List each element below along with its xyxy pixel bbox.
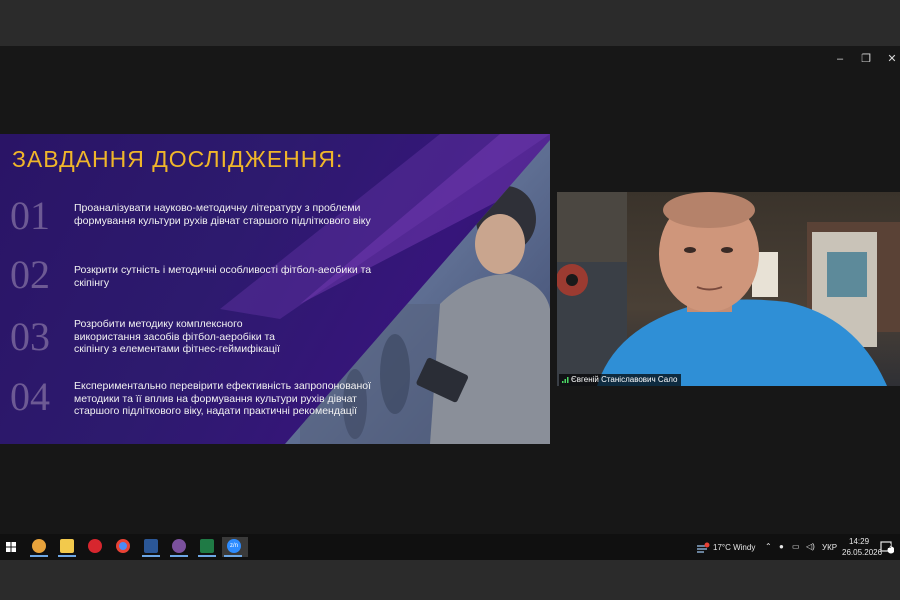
taskbar-word[interactable]	[140, 537, 162, 557]
minimize-icon[interactable]: –	[833, 52, 847, 66]
weather-text[interactable]: 17°C Windy	[713, 543, 755, 552]
participant-name-label: Євгеній Станіславович Сало	[559, 374, 682, 386]
chevron-up-icon[interactable]: ⌃	[765, 542, 772, 551]
windows-icon	[6, 542, 16, 552]
participant-video-frame	[557, 192, 900, 386]
active-indicator	[198, 555, 216, 557]
notification-count: 2	[888, 544, 892, 550]
clock-date[interactable]: 26.05.2026	[842, 548, 882, 557]
slide-title: ЗАВДАННЯ ДОСЛІДЖЕННЯ:	[12, 146, 344, 172]
opera-icon	[88, 539, 102, 553]
battery-icon[interactable]: ▭	[792, 542, 800, 551]
start-button[interactable]	[0, 537, 22, 557]
taskbar-opera[interactable]	[84, 537, 106, 557]
chrome-icon	[116, 539, 130, 553]
taskbar-chrome[interactable]	[112, 537, 134, 557]
shared-presentation-slide: ЗАВДАННЯ ДОСЛІДЖЕННЯ: 01 Проаналізувати …	[0, 134, 550, 444]
item-number-4: 04	[10, 374, 50, 419]
chrome-icon	[32, 539, 46, 553]
language-indicator[interactable]: УКР	[822, 543, 837, 552]
notification-icon[interactable]	[880, 540, 894, 554]
viber-icon	[172, 539, 186, 553]
item-number-2: 02	[10, 252, 50, 297]
word-icon	[144, 539, 158, 553]
taskbar-viber[interactable]	[168, 537, 190, 557]
taskbar-excel[interactable]	[196, 537, 218, 557]
top-letterbox	[0, 0, 900, 46]
item-text-1: Проаналізувати науково-методичну літерат…	[74, 202, 371, 227]
taskbar-file-explorer[interactable]	[56, 537, 78, 557]
item-text-4: Експериментально перевірити ефективність…	[74, 380, 372, 417]
volume-icon[interactable]: ◁)	[806, 542, 815, 551]
meeting-window: – ❐ ✕ ЗАВДАННЯ ДОСЛІДЖЕННЯ: 01 Проаналіз…	[0, 46, 900, 534]
active-indicator	[224, 555, 242, 557]
participant-video[interactable]: Євгеній Станіславович Сало	[557, 192, 900, 386]
active-indicator	[142, 555, 160, 557]
weather-wind-icon[interactable]	[696, 542, 710, 554]
item-text-3: Розробити методику комплексного використ…	[74, 318, 281, 355]
zoom-icon: z/n	[227, 539, 241, 553]
clock-time[interactable]: 14:29	[849, 537, 869, 546]
participant-name: Євгеній Станіславович Сало	[571, 375, 678, 384]
excel-icon	[200, 539, 214, 553]
taskbar-zoom[interactable]: z/n	[222, 537, 248, 557]
item-text-2: Розкрити сутність і методичні особливост…	[74, 264, 372, 289]
active-indicator	[170, 555, 188, 557]
folder-icon	[60, 539, 74, 553]
item-number-3: 03	[10, 314, 50, 359]
close-icon[interactable]: ✕	[885, 52, 899, 66]
taskbar-chrome-canary[interactable]	[28, 537, 50, 557]
item-number-1: 01	[10, 193, 50, 238]
microphone-icon[interactable]: ●	[779, 542, 784, 551]
active-indicator	[30, 555, 48, 557]
signal-icon	[562, 377, 569, 383]
windows-taskbar: z/n 17°C Windy ⌃ ● ▭ ◁) УКР 14:29 26.05.…	[0, 534, 900, 560]
bottom-letterbox	[0, 560, 900, 600]
maximize-icon[interactable]: ❐	[859, 52, 873, 66]
active-indicator	[58, 555, 76, 557]
